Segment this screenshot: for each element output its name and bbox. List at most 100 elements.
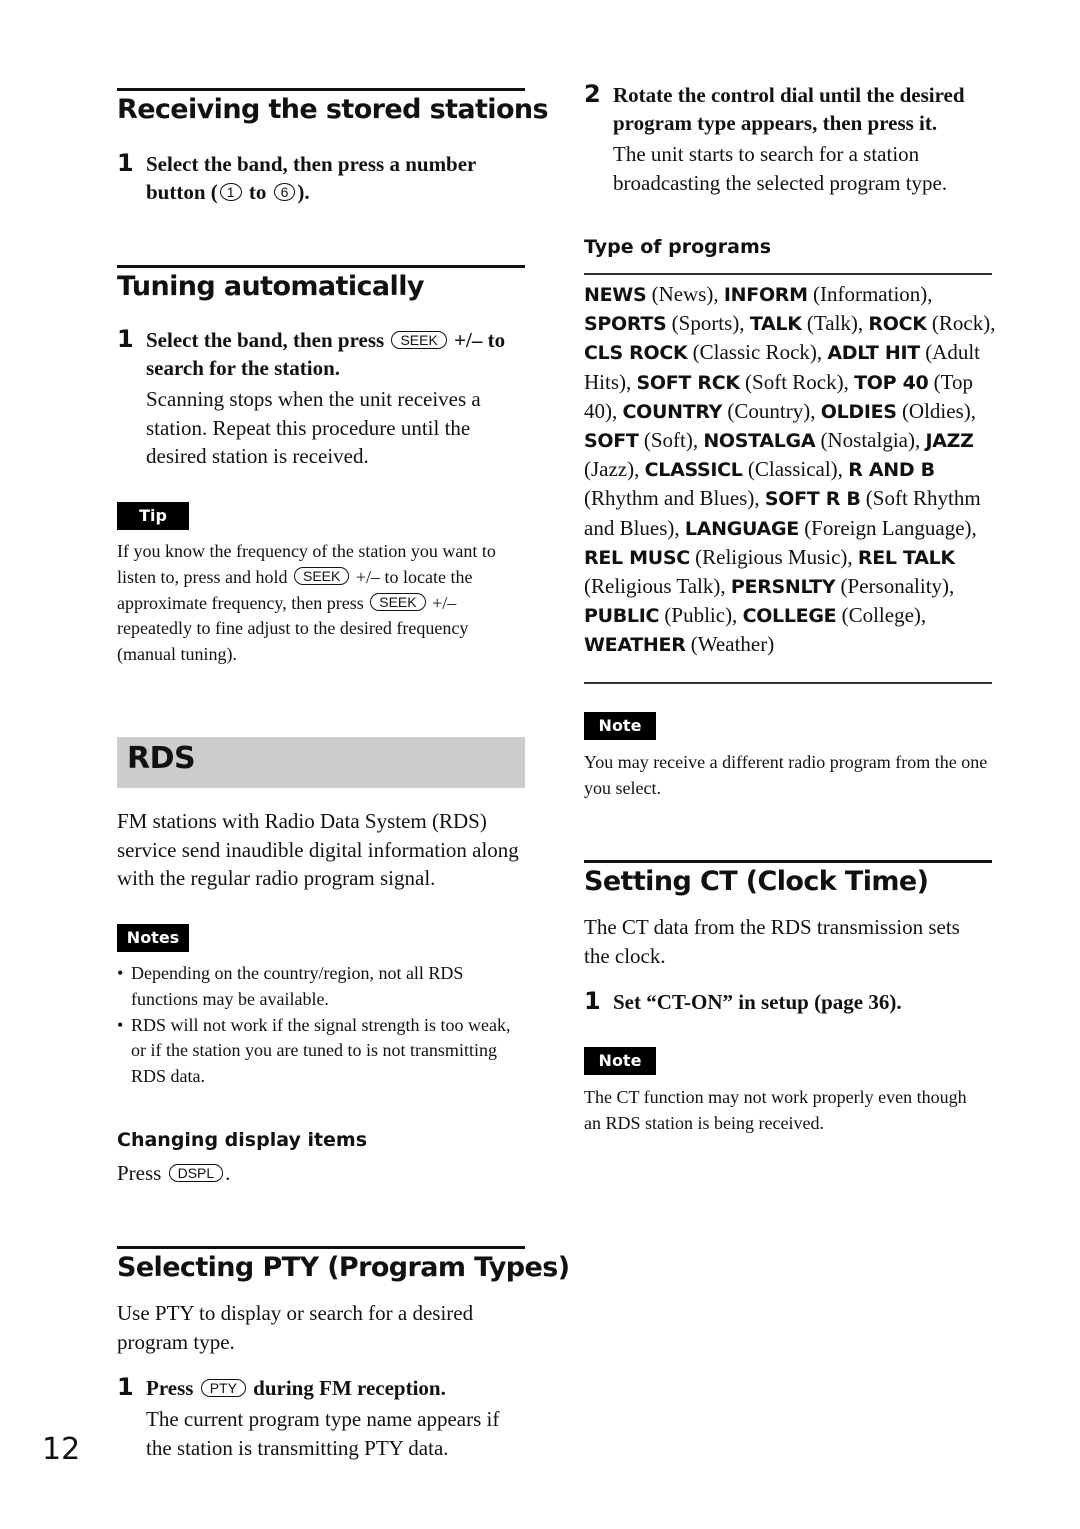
program-type-name: (Jazz), [584, 457, 645, 482]
program-type-name: (Talk), [801, 311, 869, 336]
section-rule [584, 860, 992, 863]
page-number: 12 [42, 1432, 81, 1467]
ct-note-text: The CT function may not work properly ev… [584, 1087, 967, 1133]
program-type-code: REL MUSC [584, 546, 690, 569]
program-type-code: R AND B [848, 459, 935, 482]
program-type-name: (Rhythm and Blues), [584, 486, 765, 511]
section-rule [117, 1246, 525, 1249]
ct-description: The CT data from the RDS transmission se… [584, 915, 960, 968]
program-type-name: (Nostalgia), [815, 428, 926, 453]
program-type-name: (Country), [722, 398, 821, 423]
program-type-code: ADLT HIT [827, 342, 920, 365]
step-number: 1 [584, 987, 601, 1015]
program-type-name: (Soft Rock), [739, 369, 855, 394]
heading-tuning-automatically: Tuning automatically [117, 271, 424, 302]
pty-description: Use PTY to display or search for a desir… [117, 1301, 474, 1354]
program-type-item: TALK (Talk), [750, 311, 869, 335]
note-item: Depending on the country/region, not all… [117, 961, 522, 1013]
program-type-item: CLASSICL (Classical), [645, 457, 849, 481]
program-type-name: (Classical), [742, 457, 849, 482]
program-type-name: (Weather) [685, 632, 775, 657]
program-type-code: SOFT [584, 430, 639, 453]
program-type-name: (College), [836, 603, 927, 628]
rds-heading: RDS [127, 741, 196, 776]
step-number: 2 [584, 80, 601, 108]
note-item: RDS will not work if the signal strength… [117, 1013, 522, 1090]
table-rule-bottom [584, 682, 992, 684]
seek-button-icon: SEEK [293, 566, 350, 585]
program-type-code: CLASSICL [644, 459, 743, 482]
tuning-description: Scanning stops when the unit receives a … [146, 387, 481, 468]
program-type-code: SOFT RCK [636, 371, 741, 394]
program-type-code: NOSTALGA [703, 430, 816, 453]
program-type-code: OLDIES [820, 400, 897, 423]
program-type-item: NOSTALGA (Nostalgia), [703, 428, 925, 452]
section-rule [117, 265, 525, 268]
program-type-code: LANGUAGE [684, 517, 799, 540]
program-type-code: PERSNLTY [730, 576, 836, 599]
program-type-item: LANGUAGE (Foreign Language), [685, 516, 977, 540]
program-type-code: SOFT R B [764, 488, 861, 511]
tip-badge: Tip [117, 502, 189, 530]
tip-text: If you know the frequency of the station… [117, 541, 496, 665]
type-of-programs-heading: Type of programs [584, 236, 772, 258]
program-type-item: SOFT RCK (Soft Rock), [637, 370, 855, 394]
rds-notes: Depending on the country/region, not all… [117, 961, 522, 1090]
program-types-list: NEWS (News), INFORM (Information), SPORT… [584, 280, 1004, 660]
program-type-item: SOFT (Soft), [584, 428, 703, 452]
program-type-code: SPORTS [584, 313, 667, 336]
notes-badge: Notes [117, 924, 189, 952]
ct-step-1: 1 Set “CT-ON” in setup (page 36). [584, 987, 902, 1015]
program-type-name: (Foreign Language), [798, 515, 977, 540]
program-type-item: SPORTS (Sports), [584, 311, 750, 335]
table-rule-top [584, 273, 992, 275]
changing-display-items-text: Press DSPL. [117, 1161, 231, 1185]
program-type-name: (Soft), [638, 428, 704, 453]
program-type-item: COLLEGE (College), [743, 603, 927, 627]
pty-button-icon: PTY [200, 1379, 246, 1397]
program-type-code: TALK [749, 313, 802, 336]
heading-receiving-stored-stations: Receiving the stored stations [117, 94, 549, 125]
program-type-name: (Religious Talk), [584, 574, 731, 599]
program-type-name: (Public), [659, 603, 743, 628]
program-type-name: (Information), [807, 282, 933, 306]
program-type-item: COUNTRY (Country), [623, 399, 821, 423]
receiving-step-1: 1 Select the band, then press a number b… [117, 149, 477, 204]
program-type-item: WEATHER (Weather) [584, 632, 774, 656]
program-type-item: REL MUSC (Religious Music), [584, 545, 858, 569]
program-type-code: ROCK [868, 313, 927, 336]
program-type-code: NEWS [584, 284, 647, 306]
rds-section-header: RDS [117, 737, 525, 788]
rds-description: FM stations with Radio Data System (RDS)… [117, 809, 519, 890]
dspl-button-icon: DSPL [168, 1164, 224, 1182]
program-type-code: TOP 40 [854, 371, 929, 394]
program-type-name: (Sports), [666, 311, 750, 336]
pty-step-2: 2 Rotate the control dial until the desi… [584, 80, 965, 135]
heading-setting-ct: Setting CT (Clock Time) [584, 866, 929, 897]
seek-button-icon: SEEK [391, 331, 447, 349]
seek-button-icon: SEEK [370, 592, 426, 611]
step-number: 1 [117, 1373, 134, 1401]
pty-note-text: You may receive a different radio progra… [584, 752, 988, 798]
pty-step-2-description: The unit starts to search for a station … [613, 142, 948, 195]
section-rule [117, 88, 525, 91]
program-type-item: NEWS (News), [584, 282, 724, 306]
pty-step-1-description: The current program type name appears if… [146, 1407, 500, 1460]
program-type-item: CLS ROCK (Classic Rock), [584, 340, 827, 364]
note-badge: Note [584, 712, 656, 740]
step-number: 1 [117, 149, 134, 177]
program-type-item: OLDIES (Oldies), [821, 399, 976, 423]
number-6-button-icon: 6 [273, 183, 296, 201]
program-type-code: COLLEGE [742, 605, 837, 628]
program-type-name: (Rock), [926, 311, 996, 336]
program-type-name: (News), [646, 282, 724, 306]
program-type-code: CLS ROCK [584, 342, 688, 365]
program-type-code: PUBLIC [584, 605, 660, 628]
program-type-code: COUNTRY [622, 400, 723, 423]
changing-display-items-heading: Changing display items [117, 1129, 368, 1151]
program-type-item: PUBLIC (Public), [584, 603, 743, 627]
program-type-code: REL TALK [857, 546, 955, 569]
program-type-item: INFORM (Information), [724, 282, 933, 306]
number-1-button-icon: 1 [219, 183, 242, 201]
program-type-code: INFORM [723, 284, 808, 306]
